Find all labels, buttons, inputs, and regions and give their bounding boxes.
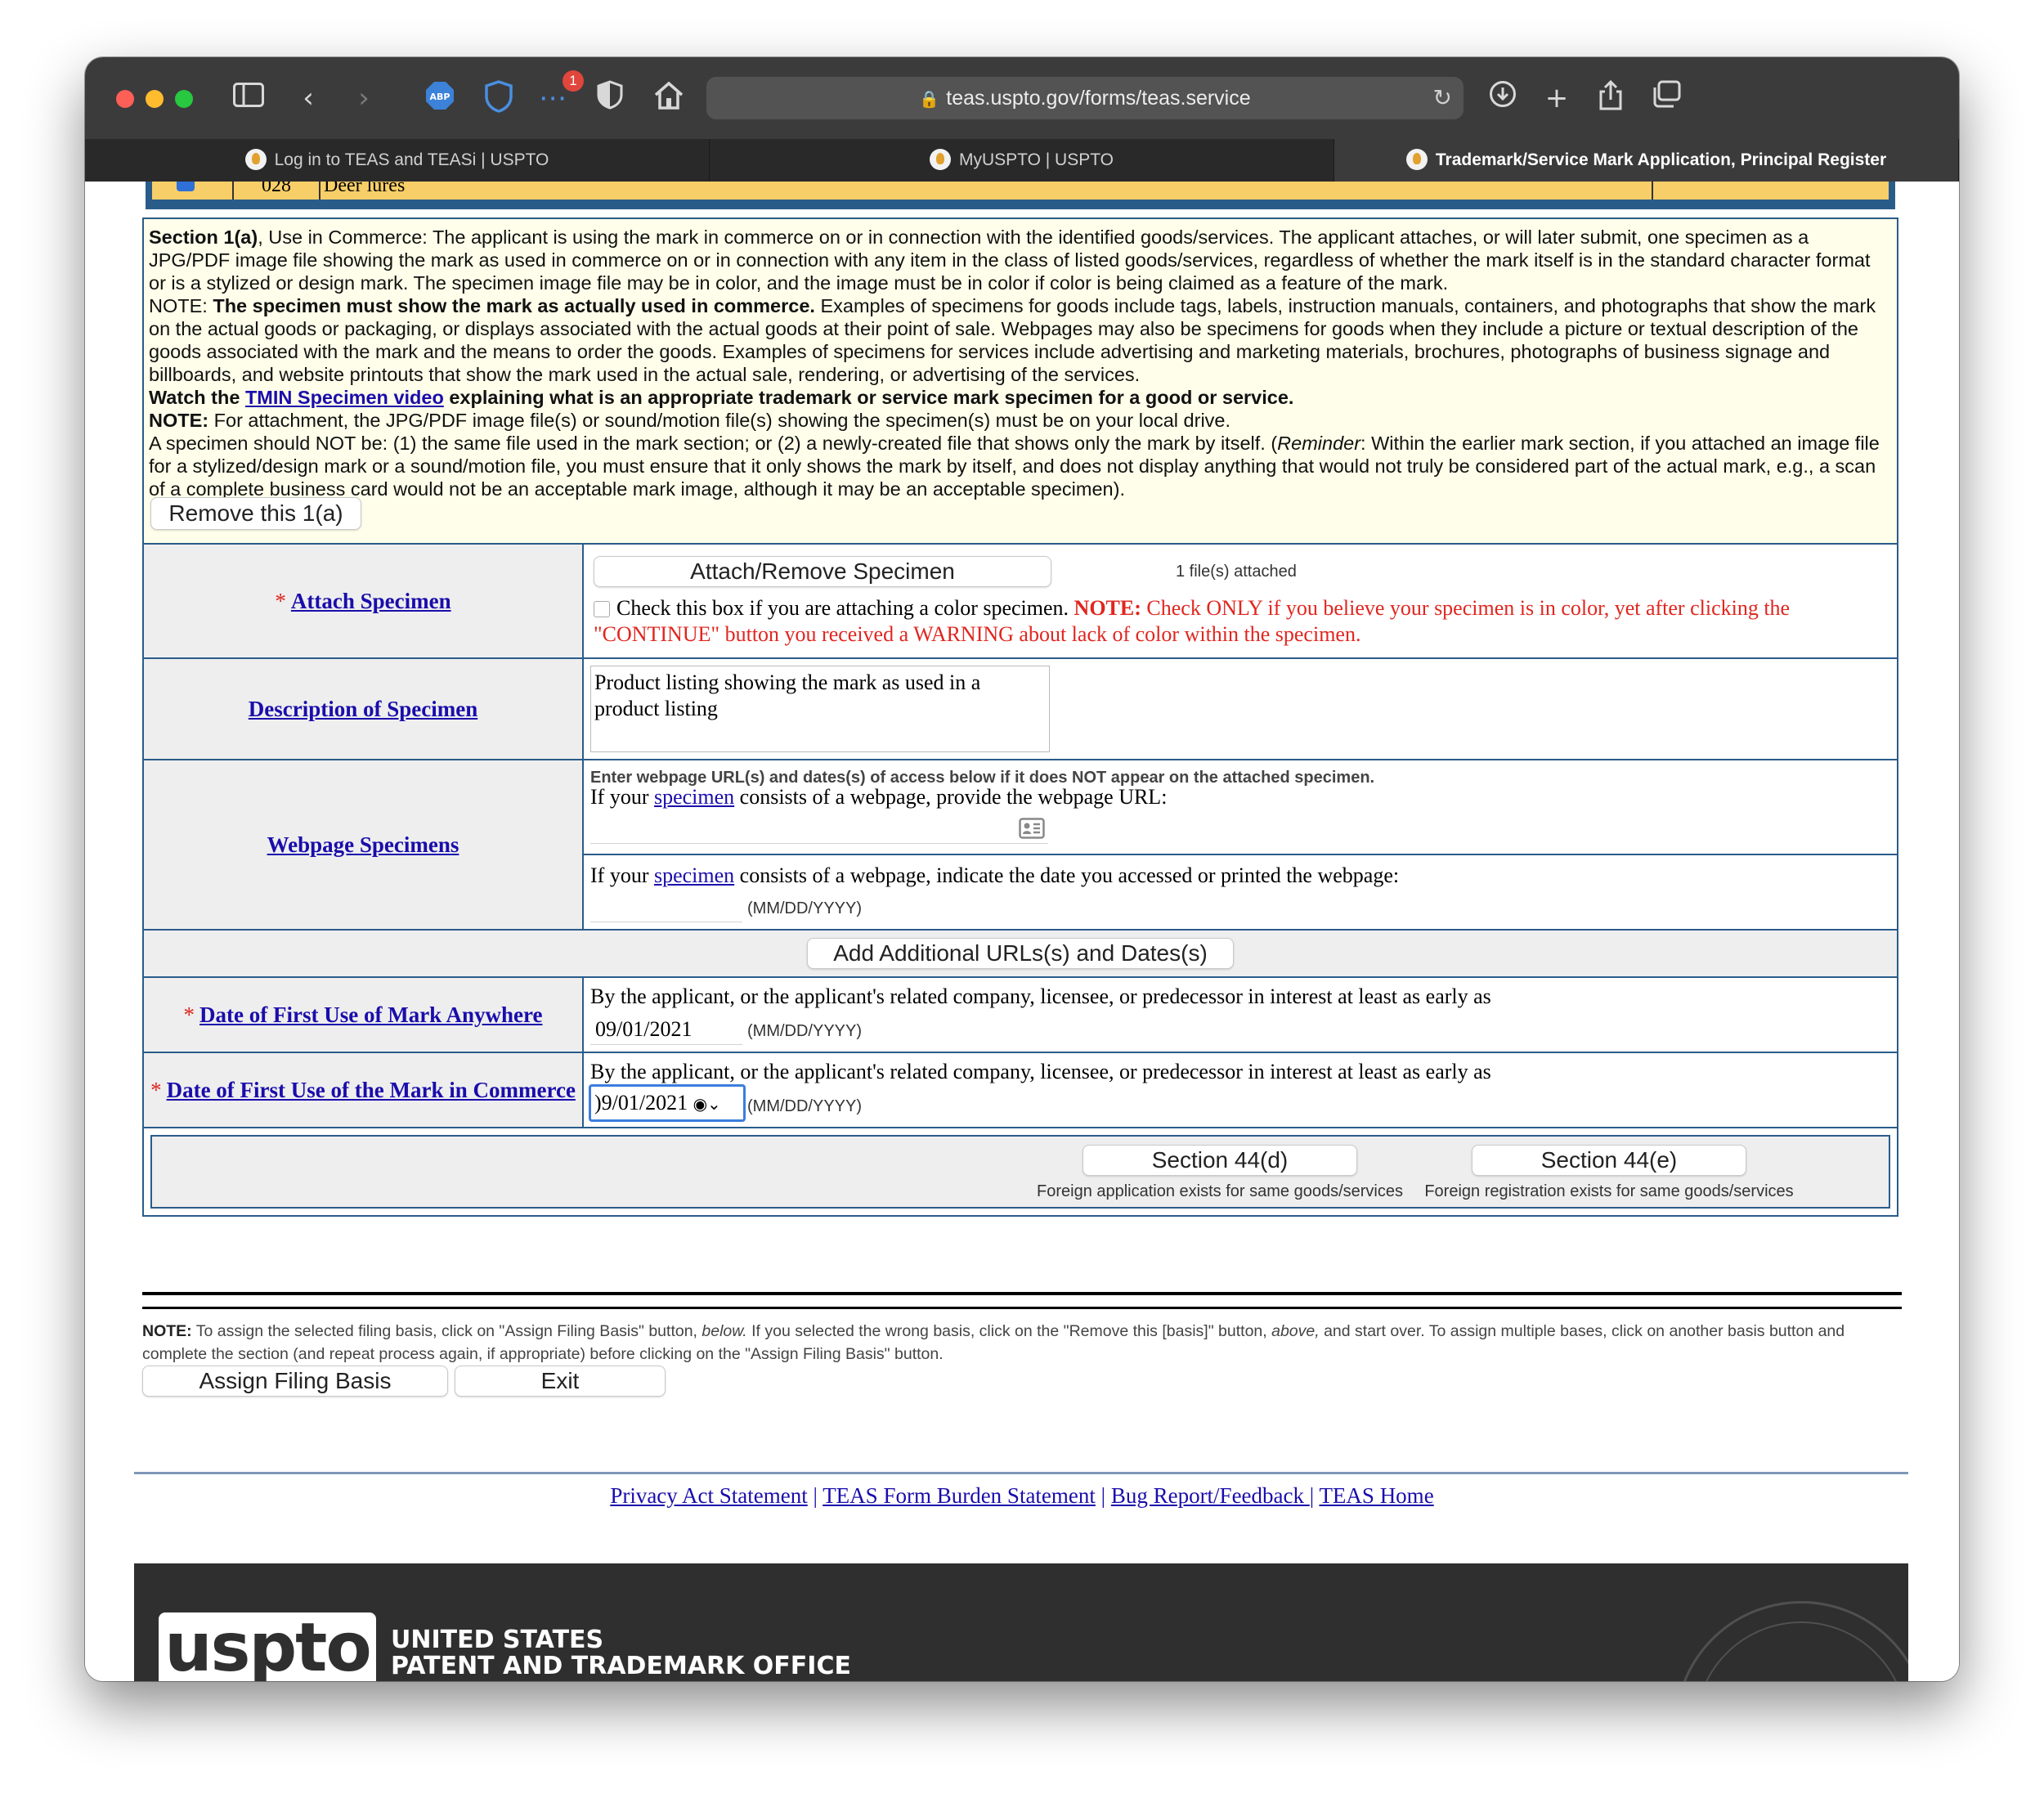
specimen-description-textarea[interactable]: Product listing showing the mark as used… xyxy=(590,666,1050,752)
privacy-act-link[interactable]: Privacy Act Statement xyxy=(610,1483,807,1508)
assign-filing-basis-button[interactable]: Assign Filing Basis xyxy=(142,1366,448,1397)
minimize-window-button[interactable] xyxy=(146,90,164,108)
bug-report-link[interactable]: Bug Report/Feedback xyxy=(1111,1483,1310,1508)
specimen-help-link[interactable]: specimen xyxy=(654,785,734,809)
section-44e-button[interactable]: Section 44(e) xyxy=(1472,1145,1746,1176)
new-tab-icon[interactable]: + xyxy=(1540,80,1573,116)
specimen-help-link[interactable]: specimen xyxy=(654,863,734,887)
section-44d-caption: Foreign application exists for same good… xyxy=(1037,1182,1403,1200)
tab-teas-login[interactable]: Log in to TEAS and TEASi | USPTO xyxy=(85,139,710,182)
close-window-button[interactable] xyxy=(116,90,134,108)
autofill-person-icon[interactable]: ◉⌄ xyxy=(693,1094,721,1114)
attach-remove-specimen-button[interactable]: Attach/Remove Specimen xyxy=(594,556,1051,587)
date-format-hint: (MM/DD/YYYY) xyxy=(747,1097,862,1115)
add-urls-dates-button[interactable]: Add Additional URLs(s) and Dates(s) xyxy=(807,938,1234,969)
date-first-use-anywhere-link[interactable]: Date of First Use of Mark Anywhere xyxy=(199,1002,542,1027)
first-use-anywhere-date-input[interactable]: 09/01/2021 xyxy=(590,1014,742,1045)
specimen-form-table: * Attach Specimen Attach/Remove Specimen … xyxy=(142,543,1898,1217)
uspto-seal-icon xyxy=(1674,1601,1908,1681)
exit-button[interactable]: Exit xyxy=(455,1366,666,1397)
date-format-hint: (MM/DD/YYYY) xyxy=(747,899,862,917)
section-44d-button[interactable]: Section 44(d) xyxy=(1083,1145,1357,1176)
tab-myuspto[interactable]: MyUSPTO | USPTO xyxy=(710,139,1334,182)
section-44e-caption: Foreign registration exists for same goo… xyxy=(1424,1182,1794,1200)
files-attached-count: 1 file(s) attached xyxy=(1176,563,1297,581)
adblock-extension-icon[interactable]: ABP xyxy=(424,80,456,116)
maximize-window-button[interactable] xyxy=(175,90,193,108)
uspto-footer: uspto UNITED STATES PATENT AND TRADEMARK… xyxy=(134,1563,1908,1681)
description-of-specimen-link[interactable]: Description of Specimen xyxy=(249,697,477,721)
browser-window: ‹ › ABP ⋯ 1 🔒 teas.uspto.gov/forms/teas.s… xyxy=(85,57,1959,1681)
webpage-access-date-input[interactable] xyxy=(590,893,742,922)
privacy-shield-icon[interactable] xyxy=(594,80,626,116)
date-format-hint: (MM/DD/YYYY) xyxy=(747,1022,862,1040)
form-burden-link[interactable]: TEAS Form Burden Statement xyxy=(823,1483,1096,1508)
tmin-specimen-video-link[interactable]: TMIN Specimen video xyxy=(245,387,444,408)
forward-icon[interactable]: › xyxy=(350,80,378,116)
tab-trademark-application[interactable]: Trademark/Service Mark Application, Prin… xyxy=(1334,139,1959,182)
reload-icon[interactable]: ↻ xyxy=(1433,77,1452,119)
color-specimen-checkbox[interactable] xyxy=(594,601,610,617)
divider xyxy=(142,1307,1902,1309)
uspto-favicon-icon xyxy=(1405,149,1428,170)
required-asterisk: * xyxy=(275,589,286,613)
url-text: teas.uspto.gov/forms/teas.service xyxy=(946,87,1251,110)
uspto-favicon-icon xyxy=(244,149,267,170)
section-44-panel: Section 44(d) Foreign application exists… xyxy=(150,1135,1890,1209)
lock-icon: 🔒 xyxy=(919,89,940,109)
uspto-logo[interactable]: uspto xyxy=(159,1612,376,1681)
page-content: 028 Deer lures Section 1(a), Use in Comm… xyxy=(85,182,1959,1681)
footer-divider xyxy=(134,1472,1908,1474)
date-first-use-commerce-link[interactable]: Date of First Use of the Mark in Commerc… xyxy=(167,1078,576,1102)
back-icon[interactable]: ‹ xyxy=(294,80,322,116)
filing-basis-note: NOTE: To assign the selected filing basi… xyxy=(142,1322,1845,1363)
address-bar[interactable]: 🔒 teas.uspto.gov/forms/teas.service ↻ xyxy=(706,77,1464,119)
goods-services-row: 028 Deer lures xyxy=(146,182,1895,209)
footer-links: Privacy Act Statement | TEAS Form Burden… xyxy=(610,1483,1434,1508)
svg-text:ABP: ABP xyxy=(430,92,450,102)
webpage-specimens-link[interactable]: Webpage Specimens xyxy=(267,832,459,857)
first-use-commerce-date-input[interactable]: )9/01/2021 ◉⌄ xyxy=(589,1084,746,1122)
notification-badge: 1 xyxy=(563,70,584,92)
home-icon[interactable] xyxy=(651,80,687,116)
tab-bar: Log in to TEAS and TEASi | USPTO MyUSPTO… xyxy=(85,139,1959,182)
teas-home-link[interactable]: TEAS Home xyxy=(1319,1483,1433,1508)
goods-class: 028 xyxy=(234,182,320,200)
password-manager-icon[interactable] xyxy=(482,80,515,116)
autofill-contact-icon[interactable] xyxy=(1019,818,1045,845)
downloads-icon[interactable] xyxy=(1486,80,1519,116)
sidebar-icon[interactable] xyxy=(231,80,267,116)
divider xyxy=(142,1292,1902,1295)
office-name: UNITED STATES PATENT AND TRADEMARK OFFIC… xyxy=(391,1626,851,1680)
webpage-url-input[interactable] xyxy=(590,814,1048,844)
share-icon[interactable] xyxy=(1594,79,1627,116)
browser-toolbar: ‹ › ABP ⋯ 1 🔒 teas.uspto.gov/forms/teas.s… xyxy=(85,57,1959,139)
attach-specimen-link[interactable]: Attach Specimen xyxy=(291,589,451,613)
tab-overview-icon[interactable] xyxy=(1650,80,1683,116)
uspto-favicon-icon xyxy=(929,149,951,170)
section-1a-instructions: Section 1(a), Use in Commerce: The appli… xyxy=(142,218,1898,543)
goods-description: Deer lures xyxy=(320,182,1653,200)
remove-1a-button[interactable]: Remove this 1(a) xyxy=(150,497,361,530)
